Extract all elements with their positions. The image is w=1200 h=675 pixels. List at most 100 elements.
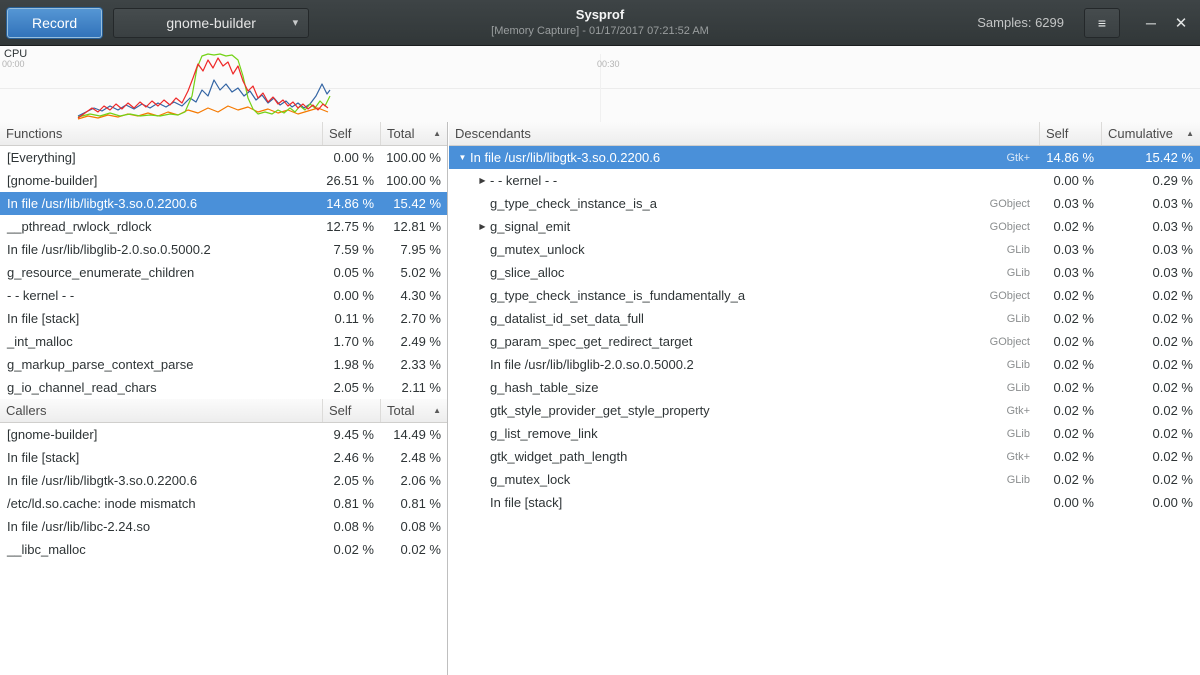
headerbar: Record gnome-builder ▾ Sysprof [Memory C…: [0, 0, 1200, 46]
timeline-tick-start: 00:00: [2, 59, 25, 69]
collapse-arrow-icon[interactable]: ▼: [455, 153, 470, 162]
descendants-table-body: ▼In file /usr/lib/libgtk-3.so.0.2200.6Gt…: [449, 146, 1200, 514]
symbol-name: g_mutex_lock: [490, 472, 570, 487]
menu-button[interactable]: ≡: [1084, 8, 1120, 38]
descendant-row[interactable]: g_type_check_instance_is_aGObject0.03 %0…: [449, 192, 1200, 215]
descendant-name-cell: g_mutex_unlock: [449, 242, 1007, 257]
self-percent: 0.02 %: [1040, 472, 1102, 487]
function-row[interactable]: [Everything]0.00 %100.00 %: [0, 146, 447, 169]
callers-column-header[interactable]: Callers: [0, 399, 323, 422]
descendant-name-cell: g_hash_table_size: [449, 380, 1007, 395]
expand-arrow-icon[interactable]: ▶: [475, 222, 490, 231]
total-column-label: Total: [387, 403, 414, 418]
descendant-row[interactable]: In file [stack]0.00 %0.00 %: [449, 491, 1200, 514]
descendant-row[interactable]: ▼In file /usr/lib/libgtk-3.so.0.2200.6Gt…: [449, 146, 1200, 169]
minimize-button[interactable]: ─: [1136, 8, 1166, 38]
function-row[interactable]: _int_malloc1.70 %2.49 %: [0, 330, 447, 353]
descendant-row[interactable]: gtk_style_provider_get_style_propertyGtk…: [449, 399, 1200, 422]
symbol-name: In file /usr/lib/libglib-2.0.so.0.5000.2: [0, 242, 323, 257]
library-badge: Gtk+: [1006, 152, 1030, 164]
descendant-row[interactable]: g_mutex_lockGLib0.02 %0.02 %: [449, 468, 1200, 491]
descendants-column-label: Descendants: [455, 126, 531, 141]
descendant-name-cell: gtk_style_provider_get_style_property: [449, 403, 1006, 418]
descendant-row[interactable]: g_datalist_id_set_data_fullGLib0.02 %0.0…: [449, 307, 1200, 330]
close-button[interactable]: ✕: [1166, 8, 1196, 38]
caller-row[interactable]: /etc/ld.so.cache: inode mismatch0.81 %0.…: [0, 492, 447, 515]
self-percent: 2.05 %: [323, 380, 381, 395]
descendants-column-header[interactable]: Descendants: [449, 122, 1040, 145]
descendant-row[interactable]: g_slice_allocGLib0.03 %0.03 %: [449, 261, 1200, 284]
descendant-name-cell: In file /usr/lib/libglib-2.0.so.0.5000.2: [449, 357, 1007, 372]
sort-arrow-icon: ▲: [429, 406, 441, 415]
descendant-row[interactable]: ▶- - kernel - -0.00 %0.29 %: [449, 169, 1200, 192]
descendant-name-cell: g_type_check_instance_is_fundamentally_a: [449, 288, 990, 303]
descendant-row[interactable]: g_hash_table_sizeGLib0.02 %0.02 %: [449, 376, 1200, 399]
expand-arrow-icon[interactable]: ▶: [475, 176, 490, 185]
library-badge: GObject: [990, 221, 1030, 233]
callers-self-column-header[interactable]: Self: [323, 399, 381, 422]
symbol-name: In file [stack]: [0, 311, 323, 326]
symbol-name: __pthread_rwlock_rdlock: [0, 219, 323, 234]
callers-total-column-header[interactable]: Total ▲: [381, 399, 447, 422]
timeline-tick-mid: 00:30: [597, 59, 620, 69]
descendant-row[interactable]: g_param_spec_get_redirect_targetGObject0…: [449, 330, 1200, 353]
total-percent: 14.49 %: [381, 427, 447, 442]
symbol-name: _int_malloc: [0, 334, 323, 349]
library-badge: GLib: [1007, 359, 1030, 371]
total-percent: 0.02 %: [381, 542, 447, 557]
total-percent: 100.00 %: [381, 150, 447, 165]
library-badge: GLib: [1007, 474, 1030, 486]
caller-row[interactable]: __libc_malloc0.02 %0.02 %: [0, 538, 447, 561]
descendant-row[interactable]: g_mutex_unlockGLib0.03 %0.03 %: [449, 238, 1200, 261]
total-percent: 0.81 %: [381, 496, 447, 511]
descendant-row[interactable]: gtk_widget_path_lengthGtk+0.02 %0.02 %: [449, 445, 1200, 468]
functions-self-column-header[interactable]: Self: [323, 122, 381, 145]
library-badge: GLib: [1007, 267, 1030, 279]
descendant-row[interactable]: g_type_check_instance_is_fundamentally_a…: [449, 284, 1200, 307]
symbol-name: g_list_remove_link: [490, 426, 598, 441]
descendant-row[interactable]: ▶g_signal_emitGObject0.02 %0.03 %: [449, 215, 1200, 238]
function-row[interactable]: In file /usr/lib/libglib-2.0.so.0.5000.2…: [0, 238, 447, 261]
descendant-name-cell: g_slice_alloc: [449, 265, 1007, 280]
record-button[interactable]: Record: [7, 8, 102, 38]
descendant-name-cell: ▶g_signal_emit: [449, 219, 990, 234]
symbol-name: g_resource_enumerate_children: [0, 265, 323, 280]
function-row[interactable]: g_resource_enumerate_children0.05 %5.02 …: [0, 261, 447, 284]
functions-column-header[interactable]: Functions: [0, 122, 323, 145]
descendants-self-column-header[interactable]: Self: [1040, 122, 1102, 145]
self-percent: 14.86 %: [323, 196, 381, 211]
self-percent: 0.08 %: [323, 519, 381, 534]
library-badge: GLib: [1007, 428, 1030, 440]
caller-row[interactable]: In file [stack]2.46 %2.48 %: [0, 446, 447, 469]
descendants-cumulative-column-header[interactable]: Cumulative ▲: [1102, 122, 1200, 145]
cumulative-percent: 0.03 %: [1102, 219, 1200, 234]
close-icon: ✕: [1175, 15, 1188, 32]
cumulative-percent: 15.42 %: [1102, 150, 1200, 165]
total-percent: 7.95 %: [381, 242, 447, 257]
cumulative-percent: 0.29 %: [1102, 173, 1200, 188]
symbol-name: g_hash_table_size: [490, 380, 598, 395]
function-row[interactable]: __pthread_rwlock_rdlock12.75 %12.81 %: [0, 215, 447, 238]
descendant-row[interactable]: g_list_remove_linkGLib0.02 %0.02 %: [449, 422, 1200, 445]
function-row[interactable]: [gnome-builder]26.51 %100.00 %: [0, 169, 447, 192]
window-title: Sysprof: [491, 7, 709, 22]
symbol-name: [gnome-builder]: [0, 427, 323, 442]
caller-row[interactable]: In file /usr/lib/libc-2.24.so0.08 %0.08 …: [0, 515, 447, 538]
descendant-row[interactable]: In file /usr/lib/libglib-2.0.so.0.5000.2…: [449, 353, 1200, 376]
minimize-icon: ─: [1146, 15, 1156, 31]
symbol-name: [Everything]: [0, 150, 323, 165]
function-row[interactable]: g_markup_parse_context_parse1.98 %2.33 %: [0, 353, 447, 376]
function-row[interactable]: g_io_channel_read_chars2.05 %2.11 %: [0, 376, 447, 399]
total-column-label: Total: [387, 126, 414, 141]
function-row[interactable]: In file [stack]0.11 %2.70 %: [0, 307, 447, 330]
caller-row[interactable]: In file /usr/lib/libgtk-3.so.0.2200.62.0…: [0, 469, 447, 492]
self-percent: 0.02 %: [1040, 357, 1102, 372]
process-selector-dropdown[interactable]: gnome-builder ▾: [113, 8, 309, 38]
cpu-graph-area[interactable]: CPU 00:00 00:30: [0, 46, 1200, 122]
self-percent: 7.59 %: [323, 242, 381, 257]
function-row[interactable]: - - kernel - -0.00 %4.30 %: [0, 284, 447, 307]
self-percent: 0.03 %: [1040, 265, 1102, 280]
function-row[interactable]: In file /usr/lib/libgtk-3.so.0.2200.614.…: [0, 192, 447, 215]
functions-total-column-header[interactable]: Total ▲: [381, 122, 447, 145]
caller-row[interactable]: [gnome-builder]9.45 %14.49 %: [0, 423, 447, 446]
